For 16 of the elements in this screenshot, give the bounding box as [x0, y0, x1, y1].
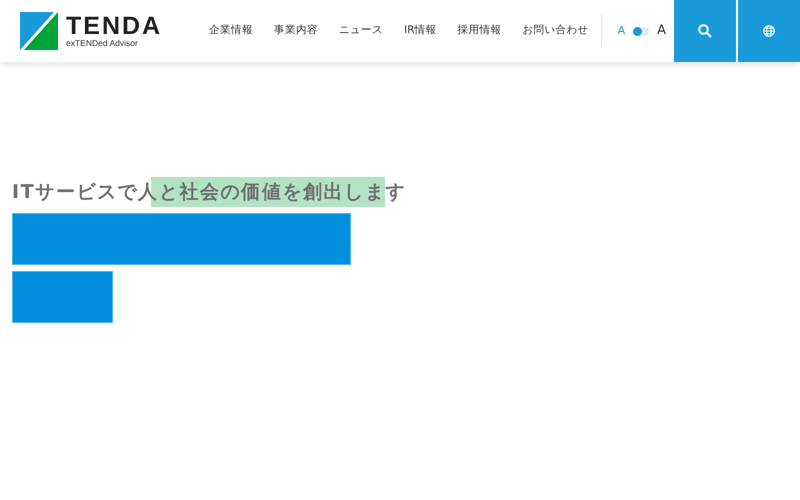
search-icon [698, 24, 712, 38]
globe-icon [763, 25, 775, 37]
nav-link[interactable]: お問い合わせ [522, 23, 589, 39]
language-button[interactable] [738, 0, 800, 62]
search-button[interactable] [674, 0, 736, 62]
nav-link[interactable]: 採用情報 [458, 23, 502, 39]
font-size-toggle[interactable] [633, 26, 650, 36]
font-size-option[interactable]: A [657, 21, 666, 41]
nav-link[interactable]: 企業情報 [209, 23, 254, 39]
logo-name: TENDA [66, 14, 162, 40]
logo-icon [20, 12, 58, 50]
logo-tagline: exTENDed Advisor [66, 39, 139, 48]
nav-link[interactable]: 事業内容 [274, 23, 318, 39]
hero-tagline: ITサービスで人と社会の価値を創出します [12, 177, 406, 207]
nav-link[interactable]: IR情報 [404, 23, 437, 39]
nav-link[interactable]: ニュース [339, 23, 384, 39]
